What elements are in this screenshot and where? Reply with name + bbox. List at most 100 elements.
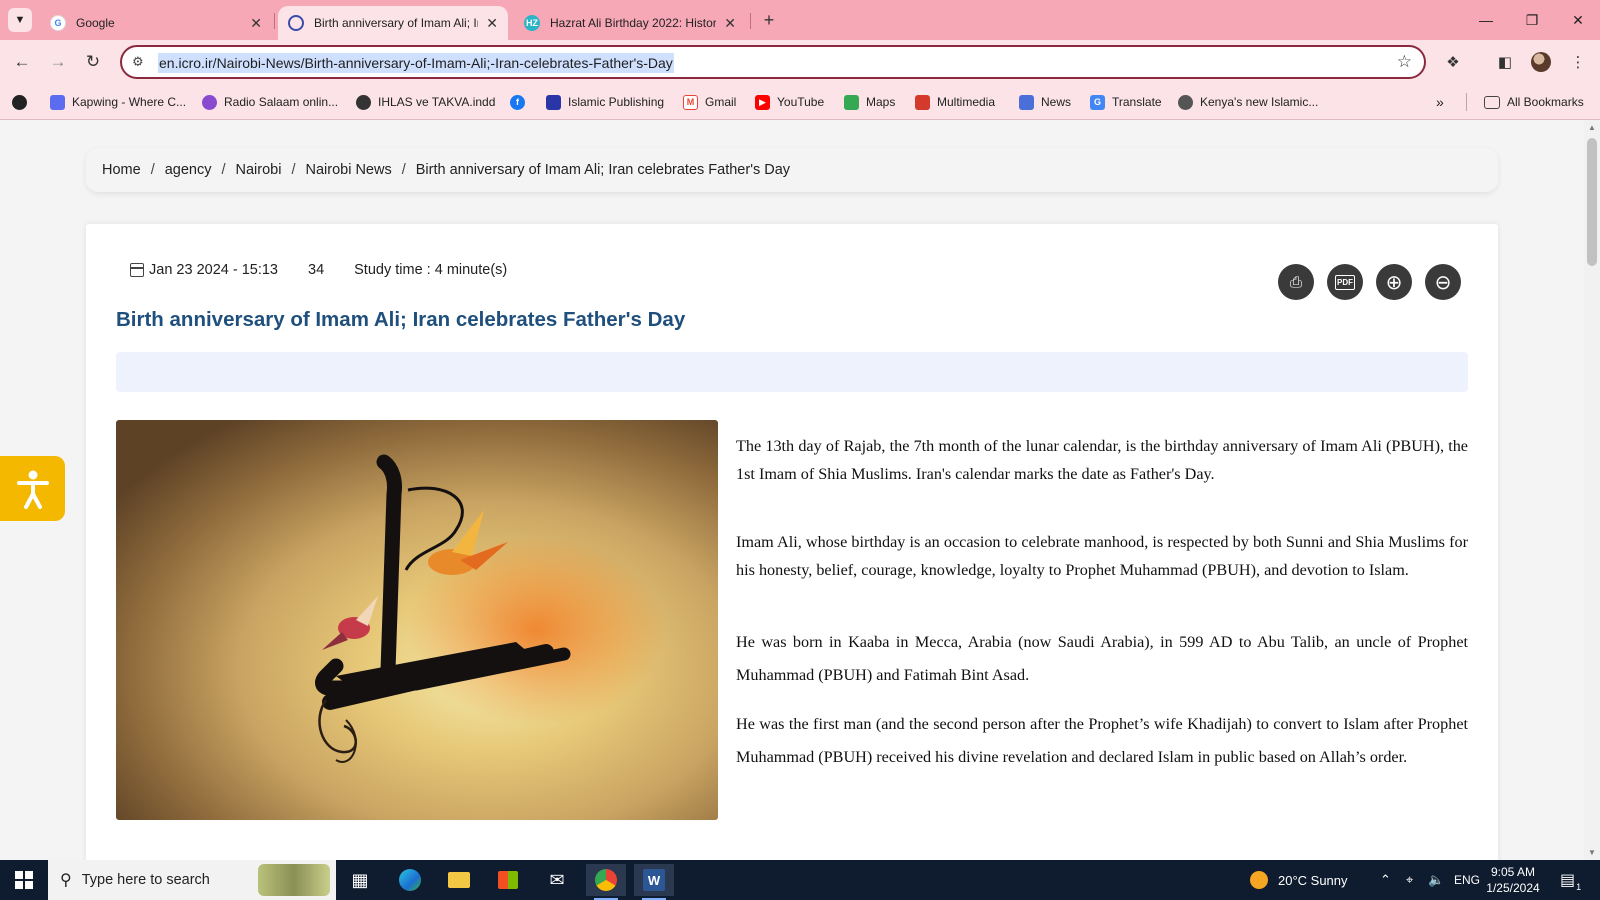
tab-google[interactable]: G Google ✕ [40,6,272,40]
new-tab-button[interactable]: + [758,9,780,31]
bookmarks-overflow-button[interactable]: » [1436,93,1444,111]
bookmark-gmail[interactable]: M Gmail [683,93,736,111]
puzzle-icon: ❖ [1446,54,1460,71]
network-button[interactable]: ⌖ [1406,860,1413,900]
zoom-in-button[interactable]: ⊕ [1376,264,1412,300]
radio-icon [202,94,217,110]
bookmark-label: Islamic Publishing [568,95,665,109]
address-bar[interactable]: ⚙ en.icro.ir/Nairobi-News/Birth-annivers… [120,45,1426,79]
chrome-button[interactable] [586,864,626,900]
pdf-button[interactable]: PDF [1327,264,1363,300]
forward-button[interactable]: → [46,50,70,74]
url-text[interactable]: en.icro.ir/Nairobi-News/Birth-anniversar… [158,53,674,73]
print-button[interactable]: ⎙ [1278,264,1314,300]
mail-button[interactable]: ✉ [537,864,577,896]
back-button[interactable]: ← [10,50,34,74]
article-card: Jan 23 2024 - 15:13 34 Study time : 4 mi… [86,224,1498,860]
accessibility-button[interactable] [0,456,65,521]
breadcrumb-agency[interactable]: agency [165,162,212,178]
bookmark-label: IHLAS ve TAKVA.indd [378,95,496,109]
bookmark-kenya[interactable]: Kenya's new Islamic... [1178,93,1318,111]
all-bookmarks-button[interactable]: All Bookmarks [1484,93,1584,111]
breadcrumb-home[interactable]: Home [102,162,141,178]
bookmark-facebook[interactable]: f [510,93,532,111]
clock-time: 9:05 AM [1490,865,1536,879]
bookmark-label: Gmail [705,95,737,109]
accessibility-icon [16,470,49,509]
side-panel-button[interactable]: ◧ [1493,50,1517,74]
zoom-in-icon: ⊕ [1385,271,1403,294]
bookmark-translate[interactable]: G Translate [1090,93,1162,111]
bookmark-maps[interactable]: Maps [844,93,895,111]
extensions-button[interactable]: ❖ [1441,50,1465,74]
article-body: The 13th day of Rajab, the 7th month of … [736,432,1468,774]
menu-button[interactable]: ⋮ [1566,50,1590,74]
arrow-left-icon: ← [13,52,31,71]
breadcrumb-nairobi-news[interactable]: Nairobi News [305,162,391,178]
file-explorer-button[interactable] [439,864,479,896]
tray-overflow-button[interactable]: ⌃ [1380,860,1391,900]
bookmark-multimedia[interactable]: Multimedia [915,93,995,111]
scroll-up-icon[interactable]: ▲ [1588,123,1596,132]
start-button[interactable] [0,860,48,900]
taskbar-search-box[interactable]: ⚲ Type here to search [48,860,336,900]
pdf-icon: PDF [1335,274,1355,290]
bookmark-islamic-publishing[interactable]: Islamic Publishing [546,93,664,111]
close-icon[interactable]: ✕ [250,15,262,32]
close-icon: ✕ [1572,11,1584,28]
restore-button[interactable]: ❐ [1518,8,1546,32]
scrollbar-thumb[interactable] [1587,138,1597,266]
bookmark-label: Translate [1112,95,1162,109]
star-icon[interactable]: ☆ [1397,52,1412,72]
bookmark-ihlas[interactable]: IHLAS ve TAKVA.indd [356,93,495,111]
close-icon[interactable]: ✕ [486,15,498,32]
bookmark-youtube[interactable]: ▶ YouTube [755,93,824,111]
article-paragraph: The 13th day of Rajab, the 7th month of … [736,437,1468,483]
page-scrollbar[interactable]: ▲ ▼ [1584,120,1600,860]
zoom-out-button[interactable]: ⊖ [1425,264,1461,300]
breadcrumb-nairobi[interactable]: Nairobi [236,162,282,178]
tab-imam-ali[interactable]: Birth anniversary of Imam Ali; Iran cele… [278,6,508,40]
kapwing-icon [50,94,65,110]
hz-icon: HZ [524,15,540,31]
bookmark-globe[interactable] [12,93,34,111]
close-window-button[interactable]: ✕ [1564,8,1592,32]
close-icon[interactable]: ✕ [724,15,736,32]
scroll-down-icon[interactable]: ▼ [1588,848,1596,857]
minimize-button[interactable]: — [1472,8,1500,32]
bookmarks-bar: Kapwing - Where C... Radio Salaam onlin.… [0,84,1600,120]
reload-button[interactable]: ↻ [81,50,105,74]
word-button[interactable]: W [634,864,674,900]
arrow-right-icon: → [49,52,67,71]
search-highlight-image [258,864,330,896]
language-indicator[interactable]: ENG [1454,860,1480,900]
kebab-menu-icon: ⋮ [1570,54,1586,71]
site-settings-icon[interactable]: ⚙ [132,54,144,70]
volume-button[interactable]: 🔈 [1428,860,1444,900]
reload-icon: ↻ [85,52,101,71]
tab-search-button[interactable]: ▼ [8,8,32,32]
taskbar-clock[interactable]: 9:05 AM 1/25/2024 [1478,864,1548,896]
notification-center-button[interactable]: ▤ 1 [1560,860,1581,900]
globe-icon [12,94,27,110]
tab-hazrat-ali[interactable]: HZ Hazrat Ali Birthday 2022: History, Si… [514,6,746,40]
bookmark-label: Kapwing - Where C... [72,95,187,109]
bookmark-label: News [1041,95,1072,109]
kenya-icon [1178,94,1193,110]
store-button[interactable] [488,864,528,896]
language-text: ENG [1454,873,1481,887]
edge-button[interactable] [390,864,430,896]
edge-icon [399,869,421,891]
bookmark-radio-salaam[interactable]: Radio Salaam onlin... [202,93,338,111]
profile-avatar[interactable] [1531,52,1551,72]
article-meta: Jan 23 2024 - 15:13 34 Study time : 4 mi… [130,262,507,278]
bookmark-kapwing[interactable]: Kapwing - Where C... [50,93,186,111]
task-view-button[interactable]: ▦ [340,864,380,896]
tab-title: Hazrat Ali Birthday 2022: History, Signi… [550,16,717,30]
article-study-time: Study time : 4 minute(s) [354,262,508,278]
taskbar-search-placeholder: Type here to search [81,872,210,888]
weather-widget[interactable]: 20°C Sunny [1250,860,1348,900]
bookmark-news[interactable]: News [1019,93,1071,111]
article-actions: ⎙ PDF ⊕ ⊖ [1278,264,1461,300]
folder-icon [448,872,470,888]
